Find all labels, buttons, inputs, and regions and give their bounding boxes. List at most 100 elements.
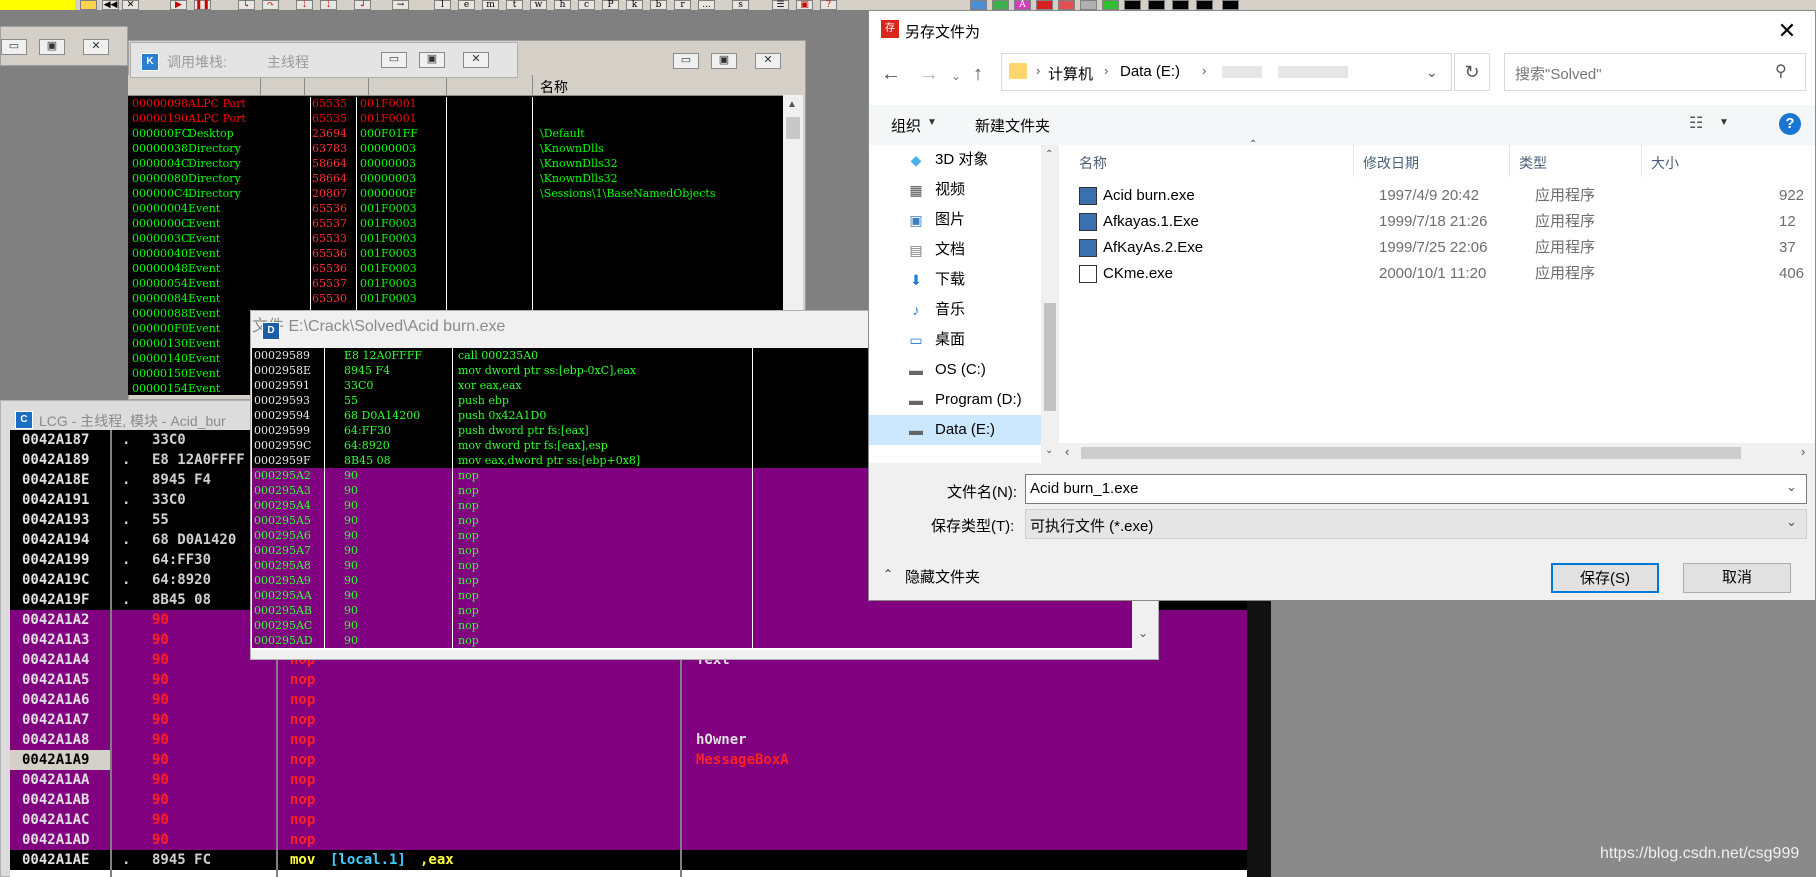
view-options-icon[interactable]: ☷ [1689, 113, 1703, 133]
filename-input[interactable]: Acid burn_1.exe [1030, 480, 1138, 497]
search-input[interactable]: 搜索"Solved" [1515, 63, 1602, 84]
disasm-row[interactable]: 0042A1A6 90 nop [10, 690, 1247, 710]
handles-restore-button[interactable]: ▣ [711, 53, 737, 69]
run-icon[interactable]: ▶ [170, 0, 187, 10]
filename-field[interactable]: Acid burn_1.exe ⌄ [1025, 474, 1807, 504]
plugin-icon-10[interactable] [1172, 0, 1189, 10]
toolbar-btn-p[interactable]: P [602, 0, 619, 10]
hide-folders-toggle[interactable]: 隐藏文件夹 [905, 566, 980, 587]
forward-icon[interactable]: → [919, 63, 939, 86]
trace-over-icon[interactable]: ⇣ [320, 0, 337, 10]
toolbar-btn-t[interactable]: t [506, 0, 523, 10]
recent-dropdown-icon[interactable]: ⌄ [951, 69, 961, 83]
list-icon[interactable]: ☰ [772, 0, 789, 10]
scroll-left-icon[interactable]: ‹ [1065, 444, 1069, 459]
toolbar-btn-w[interactable]: w [530, 0, 547, 10]
up-icon[interactable]: ↑ [973, 63, 983, 86]
disasm-row[interactable]: 0042A1A9 90 nop MessageBoxA [10, 750, 1247, 770]
close-button[interactable]: ✕ [83, 39, 109, 55]
address-bar[interactable]: › 计算机 › Data (E:) › ⌄ [1001, 53, 1452, 91]
plugin-icon-9[interactable] [1148, 0, 1165, 10]
disasm-row[interactable]: 0042A1AC 90 nop [10, 810, 1247, 830]
toolbar-btn-b[interactable]: b [650, 0, 667, 10]
titlebar-close-button[interactable]: ✕ [463, 52, 489, 68]
plugin-icon-12[interactable] [1222, 0, 1239, 10]
minimize-button[interactable]: ▭ [1, 39, 27, 55]
scroll-thumb[interactable] [786, 117, 800, 139]
file-row[interactable]: Acid burn.exe 1997/4/9 20:42 应用程序 922 [1079, 183, 1815, 209]
plugin-icon-7[interactable] [1102, 0, 1119, 10]
step-into-icon[interactable]: ↳ [238, 0, 255, 10]
disasm-row[interactable]: 0042A1AE. 8945 FC mov [local.1] ,eax [10, 850, 1247, 870]
file-row[interactable]: AfKayAs.2.Exe 1999/7/25 22:06 应用程序 37 [1079, 235, 1815, 261]
plugin-icon-2[interactable] [992, 0, 1009, 10]
address-dropdown-icon[interactable]: ⌄ [1426, 64, 1438, 81]
hscroll-thumb[interactable] [1081, 447, 1741, 459]
file-disasm-row[interactable]: 000295AB 90 nop [252, 603, 1132, 618]
breadcrumb-computer[interactable]: 计算机 [1048, 63, 1093, 84]
filetype-value[interactable]: 可执行文件 (*.exe) [1030, 515, 1153, 536]
scroll-up-icon[interactable]: ⌃ [1045, 149, 1053, 160]
toolbar-btn-h[interactable]: h [554, 0, 571, 10]
close-icon[interactable]: ✕ [122, 0, 139, 10]
disasm-row[interactable]: 0042A1A5 90 nop [10, 670, 1247, 690]
toolbar-btn-c[interactable]: c [578, 0, 595, 10]
disasm-row[interactable]: 0042A1AD 90 nop [10, 830, 1247, 850]
chevron-down-icon[interactable]: ▼ [1719, 117, 1729, 128]
file-row[interactable]: CKme.exe 2000/10/1 11:20 应用程序 406 [1079, 261, 1815, 287]
disasm-row[interactable]: 0042A1AA 90 nop [10, 770, 1247, 790]
search-box[interactable]: 搜索"Solved" ⚲ [1504, 53, 1806, 91]
chevron-up-icon[interactable]: ⌃ [883, 567, 893, 581]
back-icon[interactable]: ← [881, 63, 901, 86]
file-disasm-row[interactable]: 000295AC 90 nop [252, 618, 1132, 633]
scroll-right-icon[interactable]: › [1801, 444, 1805, 459]
breadcrumb-data-e[interactable]: Data (E:) [1120, 63, 1180, 80]
execute-till-return-icon[interactable]: ↲ [354, 0, 371, 10]
chevron-down-icon[interactable]: ⌄ [1786, 479, 1797, 495]
file-list-hscrollbar[interactable]: ‹ › [1059, 443, 1815, 463]
plugin-icon-8[interactable] [1124, 0, 1141, 10]
handles-close-button[interactable]: ✕ [755, 53, 781, 69]
save-button[interactable]: 保存(S) [1551, 563, 1659, 593]
chevron-down-icon[interactable]: ⌄ [1786, 514, 1797, 530]
open-icon[interactable] [80, 0, 97, 10]
pause-icon[interactable]: ❚❚ [194, 0, 211, 10]
toolbar-btn-k[interactable]: k [626, 0, 643, 10]
disasm-row[interactable]: 0042A1A8 90 nop hOwner [10, 730, 1247, 750]
help-icon[interactable]: ? [1779, 113, 1801, 135]
plugin-icon-6[interactable] [1080, 0, 1097, 10]
plugin-icon-5[interactable] [1058, 0, 1075, 10]
restore-button[interactable]: ▣ [39, 39, 65, 55]
plugin-icon-3[interactable]: A [1014, 0, 1031, 10]
handles-minimize-button[interactable]: ▭ [673, 53, 699, 69]
new-folder-button[interactable]: 新建文件夹 [975, 115, 1050, 136]
col-name[interactable]: 名称 [1079, 153, 1107, 173]
filetype-select[interactable]: 可执行文件 (*.exe) ⌄ [1025, 509, 1807, 539]
col-date[interactable]: 修改日期 [1363, 153, 1419, 173]
file-disasm-row[interactable]: 000295AD 90 nop [252, 633, 1132, 648]
col-type[interactable]: 类型 [1519, 153, 1547, 173]
toolbar-btn-more[interactable]: ... [698, 0, 715, 10]
plugin-icon-4[interactable] [1036, 0, 1053, 10]
titlebar-minimize-button[interactable]: ▭ [381, 52, 407, 68]
scroll-up-icon[interactable]: ▲ [787, 99, 797, 110]
file-row[interactable]: Afkayas.1.Exe 1999/7/18 21:26 应用程序 12 [1079, 209, 1815, 235]
toolbar-btn-r[interactable]: r [674, 0, 691, 10]
search-icon[interactable]: ⚲ [1775, 61, 1787, 81]
scroll-down-icon[interactable]: ⌄ [1045, 445, 1053, 456]
dialog-titlebar[interactable]: 存 另存文件为 ✕ [869, 11, 1815, 51]
cancel-button[interactable]: 取消 [1683, 563, 1791, 593]
toolbar-btn-s[interactable]: s [732, 0, 749, 10]
goto-icon[interactable]: → [392, 0, 409, 10]
nav-item[interactable]: ◆ 3D 对象 [869, 145, 1041, 175]
plugin-icon-11[interactable] [1196, 0, 1213, 10]
toolbar-btn-m[interactable]: m [482, 0, 499, 10]
organize-menu[interactable]: 组织 [891, 115, 921, 136]
dialog-close-icon[interactable]: ✕ [1769, 17, 1805, 45]
refresh-icon[interactable]: ↻ [1454, 53, 1490, 91]
step-over-icon[interactable]: ↷ [262, 0, 279, 10]
handles-titlebar[interactable]: K 调用堆栈: 主线程 ▭ ▣ ✕ [130, 42, 518, 78]
options-icon[interactable]: ▣ [796, 0, 813, 10]
help-icon[interactable]: ? [820, 0, 837, 10]
disasm-row[interactable]: 0042A1A7 90 nop [10, 710, 1247, 730]
